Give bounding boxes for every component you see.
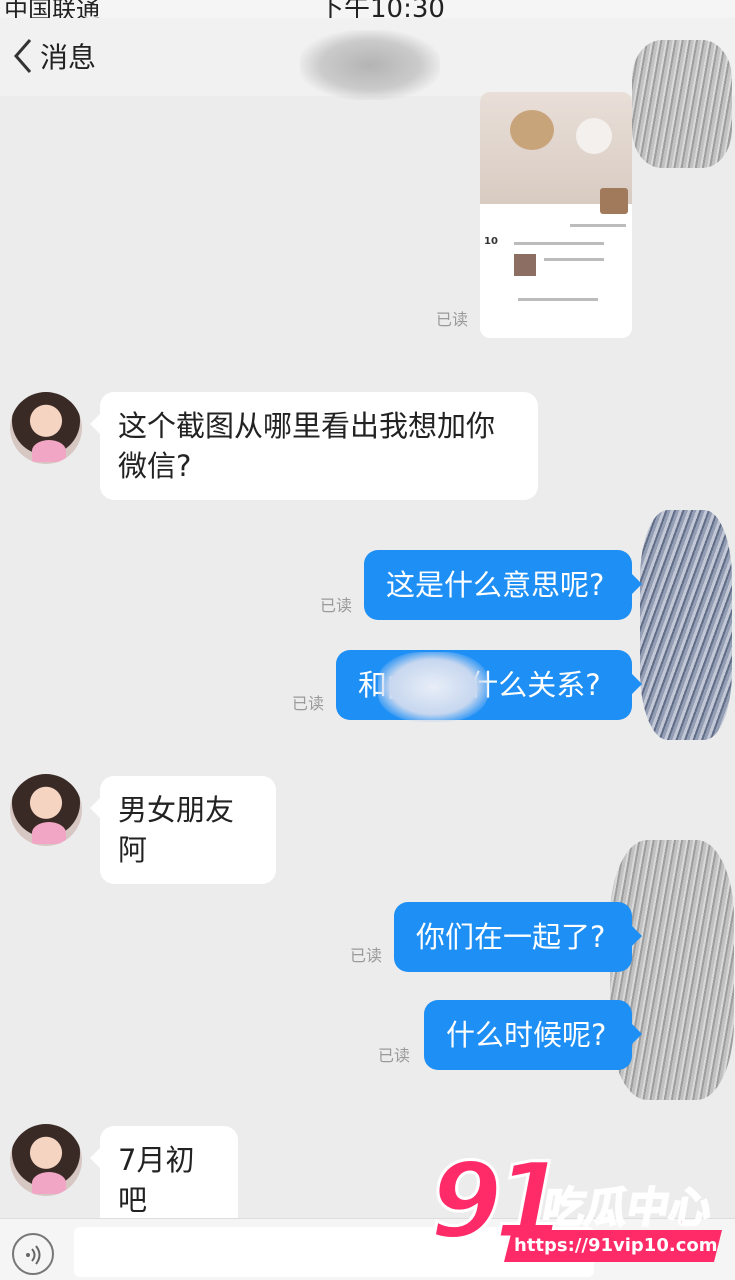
text-line — [514, 242, 604, 245]
text-line — [518, 298, 598, 301]
message-bubble-outgoing[interactable]: 什么时候呢? — [424, 1000, 642, 1070]
back-button[interactable]: 消息 — [10, 34, 96, 78]
cat-figure — [576, 118, 612, 154]
text-line — [570, 224, 626, 227]
message-bubble-outgoing[interactable]: 你们在一起了? — [394, 902, 642, 972]
screenshot-counter: 10 — [484, 236, 498, 247]
redaction-blur — [378, 652, 488, 722]
read-receipt: 已读 — [436, 310, 469, 329]
status-time: 下午10:30 — [318, 0, 445, 18]
message-bubble-outgoing[interactable]: 这是什么意思呢? — [364, 550, 642, 620]
redaction-scribble — [640, 510, 732, 740]
thumbnail — [600, 188, 628, 214]
status-bar: 中国联通 下午10:30 — [0, 0, 735, 18]
voice-icon — [26, 1245, 41, 1265]
redaction-scribble — [632, 40, 732, 168]
read-receipt: 已读 — [350, 946, 383, 965]
toy-figure — [510, 110, 554, 150]
message-bubble-incoming[interactable]: 这个截图从哪里看出我想加你微信? — [90, 392, 538, 500]
redacted-contact-name — [300, 30, 440, 100]
watermark-url: https://91vip10.com — [514, 1235, 718, 1256]
avatar[interactable] — [10, 774, 82, 846]
read-receipt: 已读 — [320, 596, 353, 615]
read-receipt: 已读 — [292, 694, 325, 713]
watermark-title: 吃瓜中心 — [538, 1182, 717, 1233]
avatar[interactable] — [10, 392, 82, 464]
watermark-logo: 91 吃瓜中心 https://91vip10.com — [429, 1139, 730, 1266]
mini-thumbnail — [514, 254, 536, 276]
chevron-left-icon — [14, 39, 32, 73]
carrier-label: 中国联通 — [4, 0, 100, 18]
read-receipt: 已读 — [378, 1046, 411, 1065]
text-line — [544, 258, 604, 261]
voice-button[interactable] — [12, 1233, 54, 1275]
shared-screenshot-image[interactable]: 10 — [480, 92, 632, 338]
nav-bar: 消息 — [0, 18, 735, 100]
avatar[interactable] — [10, 1124, 82, 1196]
back-label: 消息 — [40, 41, 97, 74]
message-bubble-incoming[interactable]: 男女朋友阿 — [90, 776, 276, 884]
